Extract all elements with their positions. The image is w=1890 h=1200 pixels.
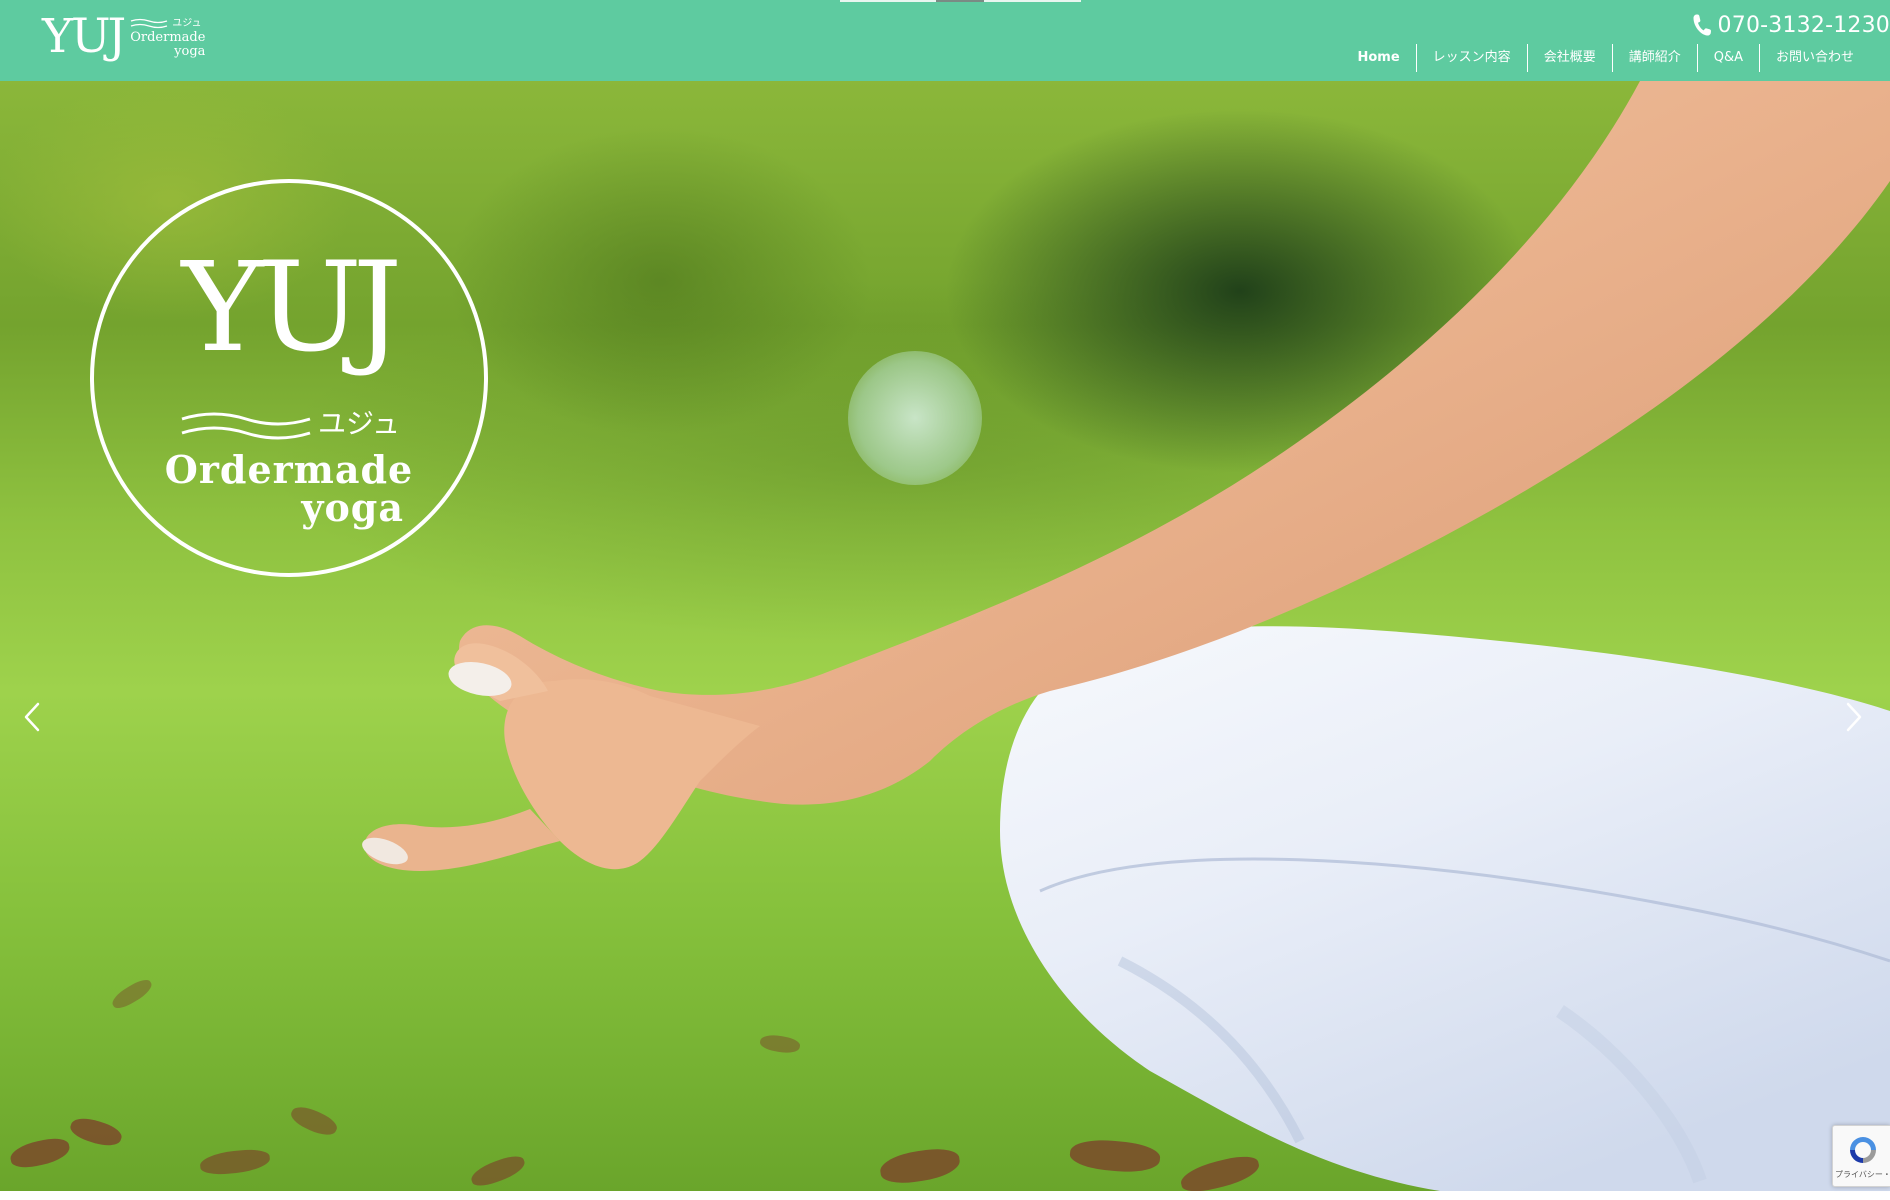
- logo-subtitle: ユジュ Ordermade yoga: [130, 18, 205, 58]
- site-logo[interactable]: YUJ ユジュ Ordermade yoga: [42, 10, 205, 64]
- chevron-right-icon: [1846, 702, 1862, 732]
- page: YUJ ユジュ Ordermade yoga 070-3132-1230 Hom…: [0, 0, 1890, 1200]
- page-bottom-edge: [0, 1191, 1890, 1200]
- logo-line-2: yoga: [174, 44, 206, 59]
- slider-prev-button[interactable]: [12, 691, 52, 743]
- phone-link[interactable]: 070-3132-1230: [1692, 10, 1890, 40]
- seal-name: YUJ: [181, 236, 403, 380]
- nav-instructors[interactable]: 講師紹介: [1611, 44, 1697, 72]
- hero-logo-seal: YUJ ユジュ Ordermade yoga: [90, 179, 488, 577]
- hero-slider: YUJ ユジュ Ordermade yoga: [0, 81, 1890, 1191]
- wave-icon: [181, 412, 311, 440]
- nav-lessons[interactable]: レッスン内容: [1415, 44, 1527, 72]
- recaptcha-badge[interactable]: プライバシー・利用規約: [1832, 1125, 1890, 1187]
- seal-line-1: Ordermade: [164, 447, 414, 492]
- recaptcha-text: プライバシー・利用規約: [1835, 1170, 1890, 1179]
- site-header: YUJ ユジュ Ordermade yoga 070-3132-1230 Hom…: [0, 0, 1890, 81]
- seal-line-2: yoga: [301, 485, 404, 530]
- nav-home[interactable]: Home: [1341, 44, 1415, 72]
- nav-faq[interactable]: Q&A: [1696, 44, 1759, 72]
- logo-line-1: Ordermade: [130, 30, 206, 45]
- phone-number: 070-3132-1230: [1717, 12, 1890, 38]
- wave-icon: [131, 18, 168, 29]
- main-nav: Home レッスン内容 会社概要 講師紹介 Q&A お問い合わせ: [1341, 44, 1870, 72]
- phone-icon: [1693, 14, 1711, 36]
- recaptcha-icon: [1850, 1137, 1876, 1163]
- logo-name: YUJ: [42, 9, 126, 64]
- nav-company[interactable]: 会社概要: [1526, 44, 1612, 72]
- slider-next-button[interactable]: [1834, 691, 1874, 743]
- seal-kana: ユジュ: [318, 407, 401, 440]
- chevron-left-icon: [24, 702, 40, 732]
- loading-bar: [840, 0, 1081, 2]
- nav-contact[interactable]: お問い合わせ: [1758, 44, 1870, 72]
- logo-kana: ユジュ: [172, 18, 202, 29]
